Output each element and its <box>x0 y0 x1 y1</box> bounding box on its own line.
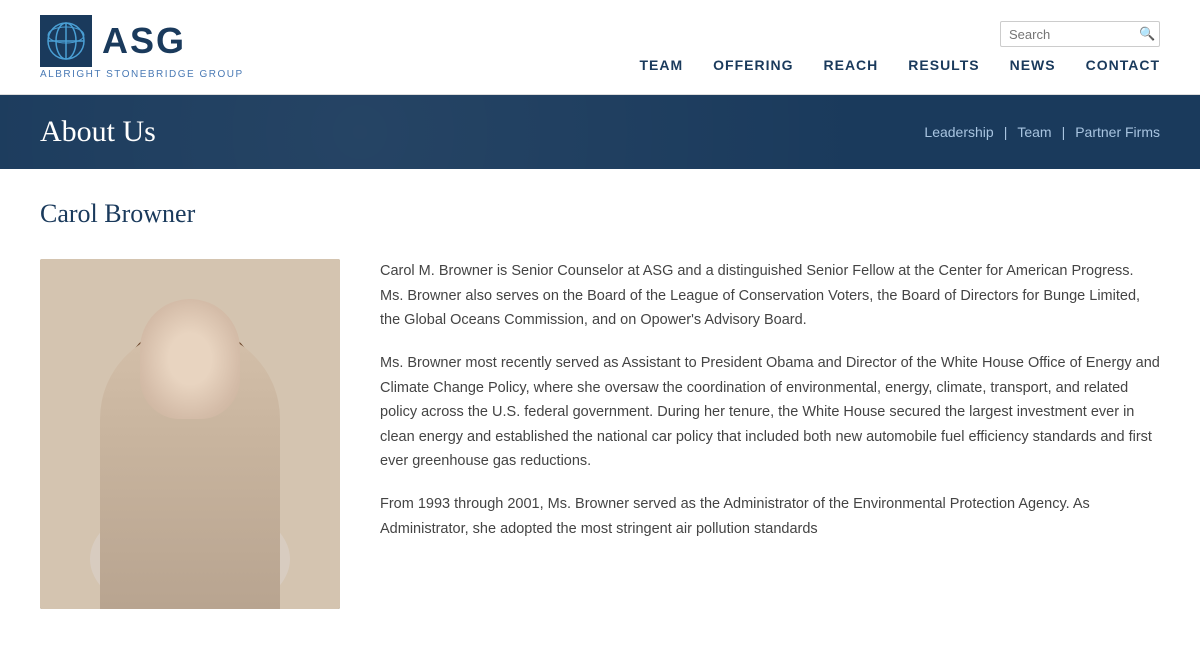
breadcrumb-leadership[interactable]: Leadership <box>924 124 993 140</box>
main-nav: TEAM OFFERING REACH RESULTS NEWS CONTACT <box>639 57 1160 73</box>
header: ASG ALBRIGHT STONEBRIDGE GROUP 🔍 TEAM OF… <box>0 0 1200 95</box>
person-name: Carol Browner <box>40 199 1160 229</box>
page-title: About Us <box>40 115 156 149</box>
nav-item-reach[interactable]: REACH <box>824 57 879 73</box>
person-photo-svg <box>40 259 340 609</box>
bio-paragraph-1: Carol M. Browner is Senior Counselor at … <box>380 259 1160 333</box>
person-layout: Carol M. Browner is Senior Counselor at … <box>40 259 1160 609</box>
bio-paragraph-2: Ms. Browner most recently served as Assi… <box>380 351 1160 474</box>
breadcrumb-separator-2: | <box>1062 124 1066 140</box>
search-input[interactable] <box>1009 27 1139 42</box>
photo-area <box>40 259 340 609</box>
search-box[interactable]: 🔍 <box>1000 21 1160 47</box>
nav-item-results[interactable]: RESULTS <box>908 57 979 73</box>
logo-text: ASG <box>102 20 186 62</box>
logo-subtitle: ALBRIGHT STONEBRIDGE GROUP <box>40 69 244 80</box>
about-us-banner: About Us Leadership | Team | Partner Fir… <box>0 95 1200 169</box>
nav-item-contact[interactable]: CONTACT <box>1086 57 1160 73</box>
nav-item-news[interactable]: NEWS <box>1010 57 1056 73</box>
breadcrumb-separator-1: | <box>1004 124 1008 140</box>
search-icon: 🔍 <box>1139 26 1155 42</box>
logo-box[interactable]: ASG <box>40 15 186 67</box>
asg-logo-icon <box>40 15 92 67</box>
main-content: Carol Browner <box>0 169 1200 639</box>
nav-item-offering[interactable]: OFFERING <box>713 57 793 73</box>
breadcrumb-partner-firms[interactable]: Partner Firms <box>1075 124 1160 140</box>
breadcrumb-team[interactable]: Team <box>1017 124 1051 140</box>
breadcrumb: Leadership | Team | Partner Firms <box>924 124 1160 140</box>
bio-area: Carol M. Browner is Senior Counselor at … <box>380 259 1160 559</box>
nav-search-area: 🔍 TEAM OFFERING REACH RESULTS NEWS CONTA… <box>639 21 1160 73</box>
logo-area: ASG ALBRIGHT STONEBRIDGE GROUP <box>40 15 244 80</box>
bio-paragraph-3: From 1993 through 2001, Ms. Browner serv… <box>380 492 1160 541</box>
nav-item-team[interactable]: TEAM <box>639 57 683 73</box>
person-photo <box>40 259 340 609</box>
